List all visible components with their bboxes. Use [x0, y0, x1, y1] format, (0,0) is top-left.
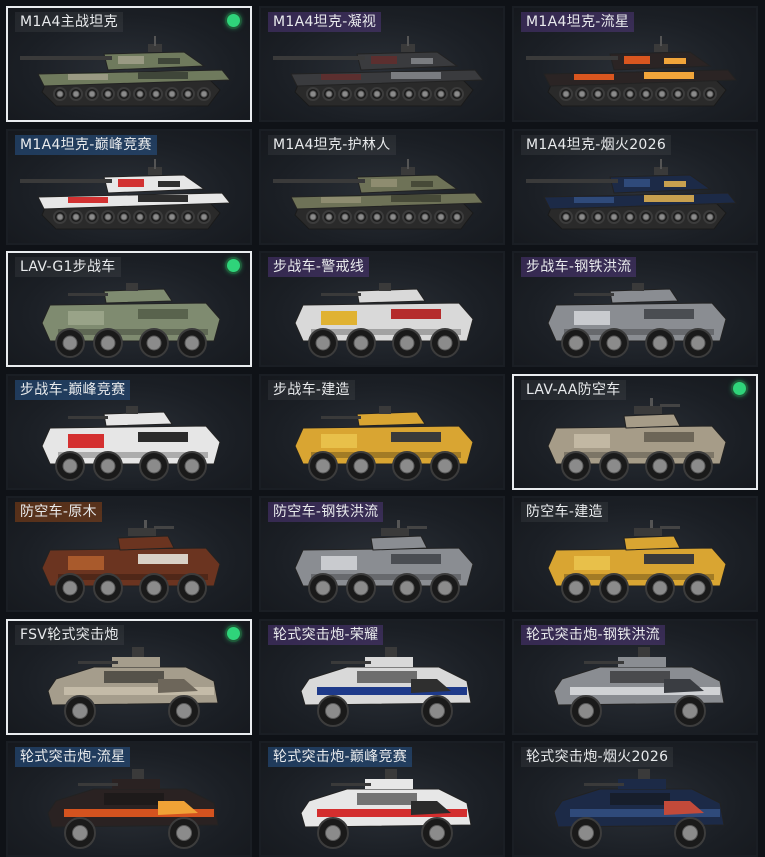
equipped-indicator-icon	[227, 627, 240, 640]
skin-name: 轮式突击炮-流星	[15, 747, 131, 767]
skin-name: 轮式突击炮-钢铁洪流	[521, 625, 666, 645]
skin-card[interactable]: 防空车-钢铁洪流	[259, 496, 505, 612]
skin-name: LAV-AA防空车	[521, 380, 626, 400]
skin-name: 轮式突击炮-巅峰竞赛	[268, 747, 413, 767]
skin-card[interactable]: LAV-AA防空车	[512, 374, 758, 490]
skin-card[interactable]: 防空车-原木	[6, 496, 252, 612]
skin-card[interactable]: 防空车-建造	[512, 496, 758, 612]
skin-name: M1A4坦克-护林人	[268, 135, 396, 155]
skin-card[interactable]: 轮式突击炮-钢铁洪流	[512, 619, 758, 735]
skin-card[interactable]: 轮式突击炮-流星	[6, 741, 252, 857]
skin-name: M1A4坦克-巅峰竞赛	[15, 135, 157, 155]
skin-card[interactable]: M1A4坦克-护林人	[259, 129, 505, 245]
skin-name: M1A4主战坦克	[15, 12, 123, 32]
equipped-indicator-icon	[227, 14, 240, 27]
skin-card[interactable]: M1A4坦克-烟火2026	[512, 129, 758, 245]
skin-card[interactable]: 步战车-巅峰竞赛	[6, 374, 252, 490]
skin-name: 轮式突击炮-烟火2026	[521, 747, 674, 767]
equipped-indicator-icon	[733, 382, 746, 395]
skin-card[interactable]: 轮式突击炮-烟火2026	[512, 741, 758, 857]
skin-name: FSV轮式突击炮	[15, 625, 124, 645]
skin-card[interactable]: FSV轮式突击炮	[6, 619, 252, 735]
skin-card[interactable]: M1A4坦克-凝视	[259, 6, 505, 122]
skin-card[interactable]: 轮式突击炮-荣耀	[259, 619, 505, 735]
skin-card[interactable]: 步战车-警戒线	[259, 251, 505, 367]
vehicle-skin-grid: M1A4主战坦克 M1A4坦克-凝视 M1A4坦克-流星 M1A4坦克-巅峰竞赛 M1A…	[6, 6, 760, 857]
skin-name: 防空车-建造	[521, 502, 608, 522]
skin-name: 防空车-原木	[15, 502, 102, 522]
skin-name: M1A4坦克-烟火2026	[521, 135, 672, 155]
skin-name: 步战车-警戒线	[268, 257, 370, 277]
skin-name: 轮式突击炮-荣耀	[268, 625, 384, 645]
skin-card[interactable]: 步战车-钢铁洪流	[512, 251, 758, 367]
skin-card[interactable]: LAV-G1步战车	[6, 251, 252, 367]
skin-name: 步战车-钢铁洪流	[521, 257, 637, 277]
equipped-indicator-icon	[227, 259, 240, 272]
skin-card[interactable]: M1A4坦克-流星	[512, 6, 758, 122]
skin-name: M1A4坦克-流星	[521, 12, 635, 32]
skin-card[interactable]: M1A4坦克-巅峰竞赛	[6, 129, 252, 245]
skin-name: LAV-G1步战车	[15, 257, 121, 277]
skin-card[interactable]: 步战车-建造	[259, 374, 505, 490]
skin-card[interactable]: M1A4主战坦克	[6, 6, 252, 122]
skin-name: 步战车-巅峰竞赛	[15, 380, 131, 400]
skin-card[interactable]: 轮式突击炮-巅峰竞赛	[259, 741, 505, 857]
skin-name: 步战车-建造	[268, 380, 355, 400]
skin-name: 防空车-钢铁洪流	[268, 502, 384, 522]
skin-name: M1A4坦克-凝视	[268, 12, 382, 32]
